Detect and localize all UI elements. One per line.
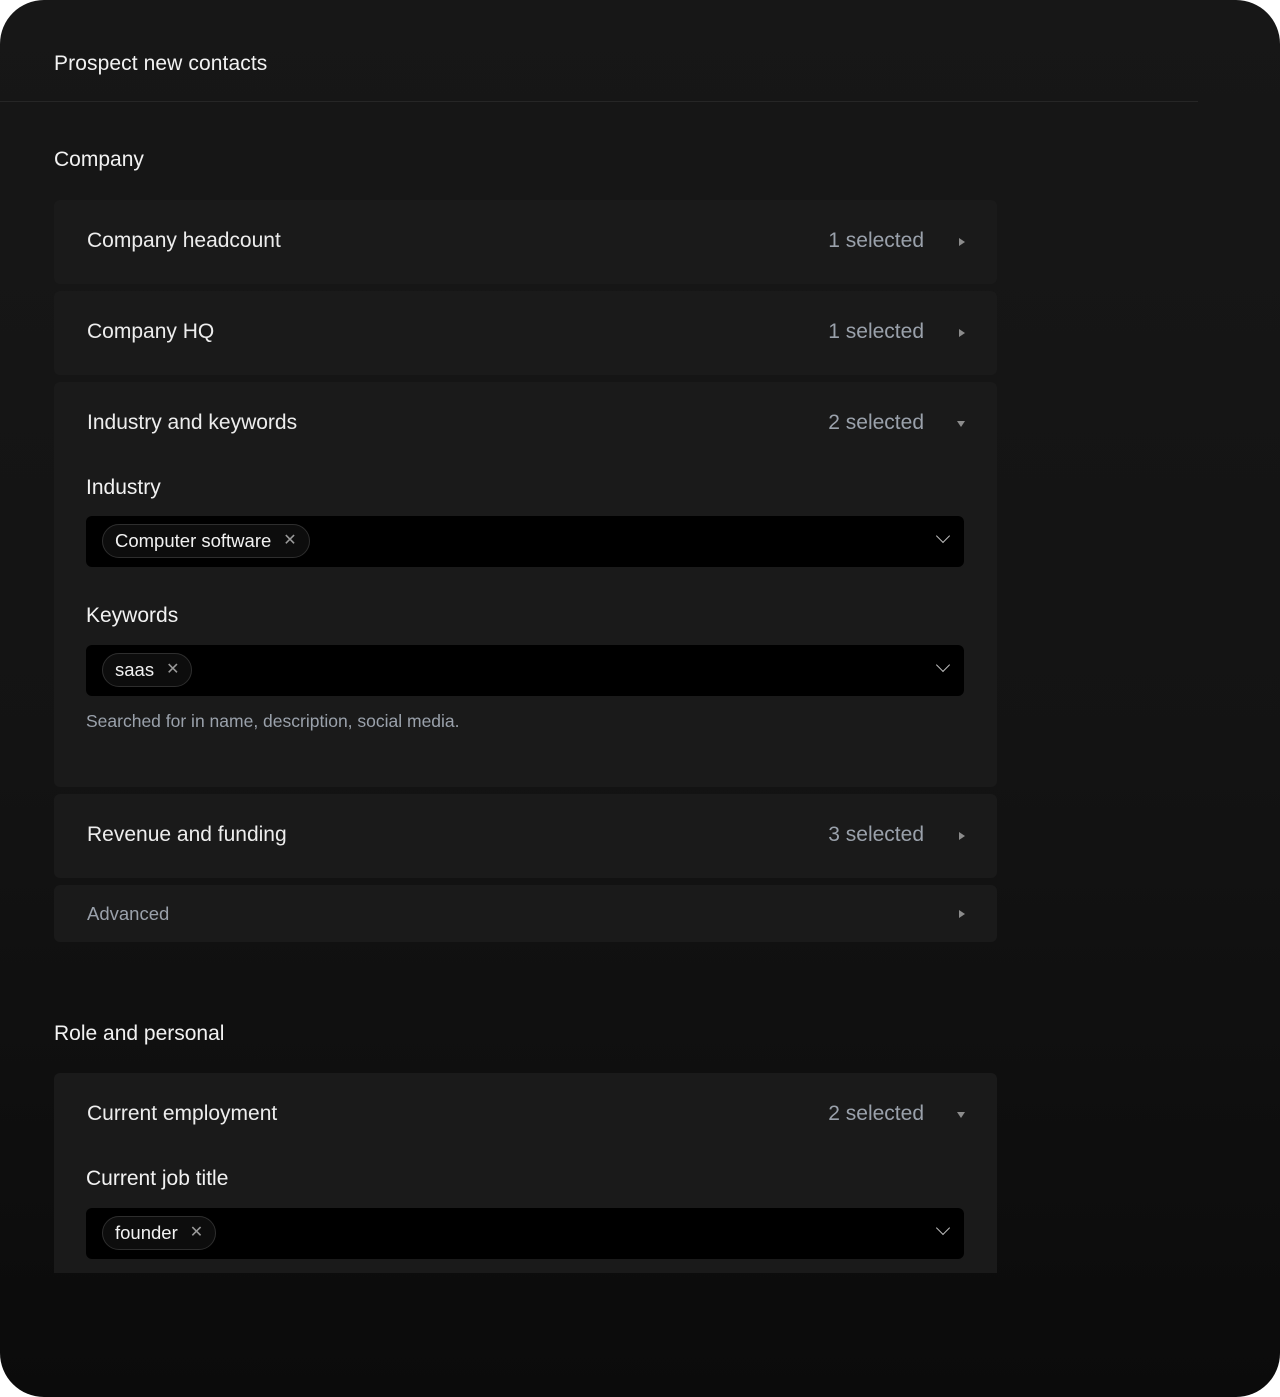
filter-header[interactable]: Current employment 2 selected <box>54 1073 997 1157</box>
job-title-select[interactable]: founder ✕ <box>86 1208 964 1259</box>
app-window: Prospect new contacts Company Company he… <box>0 0 1280 1397</box>
caret-right-icon <box>959 832 965 840</box>
selected-count: 2 selected <box>828 411 924 434</box>
keywords-helper-text: Searched for in name, description, socia… <box>86 711 460 731</box>
caret-down-icon <box>957 421 965 427</box>
filter-current-employment: Current employment 2 selected Current jo… <box>54 1073 997 1273</box>
tag-text: saas <box>115 659 155 680</box>
tag-chip: Computer software ✕ <box>102 524 310 558</box>
filter-company-headcount[interactable]: Company headcount 1 selected <box>54 200 997 284</box>
close-icon[interactable]: ✕ <box>283 533 296 549</box>
caret-right-icon <box>959 329 965 337</box>
keywords-select[interactable]: saas ✕ <box>86 645 964 696</box>
filter-label: Current employment <box>87 1102 278 1125</box>
close-icon[interactable]: ✕ <box>166 662 179 678</box>
filter-label: Revenue and funding <box>87 823 287 846</box>
page-title: Prospect new contacts <box>54 52 268 75</box>
caret-right-icon <box>959 238 965 246</box>
caret-right-icon <box>959 910 965 918</box>
tag-chip: founder ✕ <box>102 1216 217 1250</box>
section-heading-company: Company <box>54 148 144 171</box>
filter-header[interactable]: Industry and keywords 2 selected <box>54 382 997 466</box>
industry-select[interactable]: Computer software ✕ <box>86 516 964 567</box>
filter-label: Advanced <box>87 903 170 924</box>
job-title-label: Current job title <box>86 1167 229 1190</box>
keywords-label: Keywords <box>86 604 179 627</box>
selected-count: 2 selected <box>828 1102 924 1125</box>
selected-count: 3 selected <box>828 823 924 846</box>
chevron-down-icon[interactable] <box>935 1220 951 1236</box>
close-icon[interactable]: ✕ <box>190 1225 203 1241</box>
header-divider <box>0 101 1198 102</box>
filter-advanced[interactable]: Advanced <box>54 885 997 942</box>
section-heading-role: Role and personal <box>54 1022 225 1045</box>
chevron-down-icon[interactable] <box>935 657 951 673</box>
caret-down-icon <box>957 1112 965 1118</box>
filter-revenue-funding[interactable]: Revenue and funding 3 selected <box>54 794 997 878</box>
tag-chip: saas ✕ <box>102 653 193 687</box>
selected-count: 1 selected <box>828 229 924 252</box>
filter-industry-keywords: Industry and keywords 2 selected Industr… <box>54 382 997 787</box>
filter-label: Company HQ <box>87 320 215 343</box>
chevron-down-icon[interactable] <box>935 528 951 544</box>
filter-label: Company headcount <box>87 229 281 252</box>
selected-count: 1 selected <box>828 320 924 343</box>
filter-company-hq[interactable]: Company HQ 1 selected <box>54 291 997 375</box>
industry-label: Industry <box>86 476 161 499</box>
tag-text: founder <box>115 1222 178 1243</box>
filter-label: Industry and keywords <box>87 411 298 434</box>
tag-text: Computer software <box>115 530 272 551</box>
